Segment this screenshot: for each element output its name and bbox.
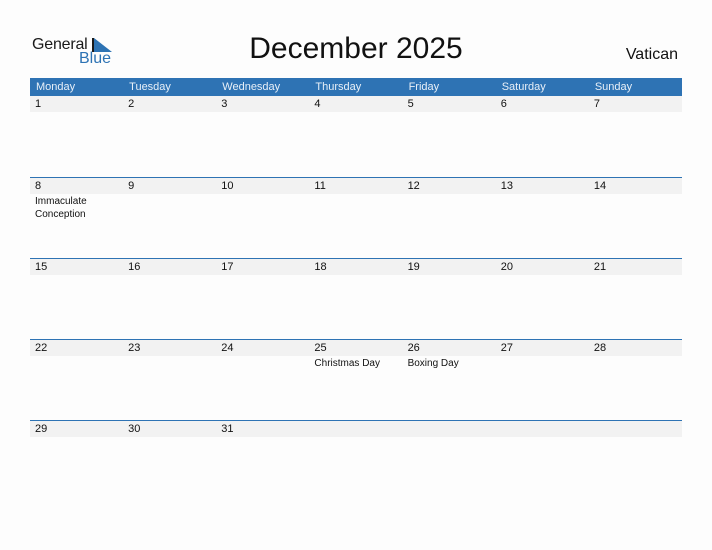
day-number	[403, 421, 496, 437]
holiday-label	[496, 112, 589, 113]
week-row: 1 2 3 4 5 6 7	[30, 96, 682, 177]
day-number-row: 1 2 3 4 5 6 7	[30, 96, 682, 112]
holiday-label	[309, 194, 402, 221]
holiday-label	[589, 275, 682, 276]
holiday-label	[589, 356, 682, 370]
day-number: 1	[35, 98, 42, 110]
holiday-label	[309, 437, 402, 438]
holiday-label: Immaculate Conception	[35, 196, 87, 220]
calendar-title: December 2025	[249, 32, 463, 65]
holiday-label	[403, 437, 496, 438]
holiday-label	[216, 194, 309, 221]
day-number: 10	[221, 180, 234, 192]
holiday-label	[30, 437, 123, 438]
holiday-label	[216, 112, 309, 113]
day-number: 21	[593, 261, 607, 273]
holiday-label	[123, 356, 216, 370]
day-number: 19	[407, 261, 420, 273]
holiday-label	[496, 356, 589, 370]
holiday-label	[216, 356, 309, 370]
day-number: 13	[500, 180, 513, 192]
day-number: 18	[314, 261, 327, 273]
day-number: 6	[500, 98, 507, 110]
week-row: 29 30 31	[30, 420, 682, 501]
day-number: 29	[35, 423, 48, 435]
holiday-label	[30, 112, 123, 113]
weekday-wednesday: Wednesday	[222, 81, 281, 93]
day-number: 4	[314, 98, 321, 110]
holiday-label	[589, 194, 682, 221]
holiday-label	[123, 275, 216, 276]
day-number: 11	[314, 180, 326, 192]
holiday-label	[496, 437, 589, 438]
holiday-label	[403, 194, 496, 221]
holiday-label	[496, 194, 589, 221]
day-number: 7	[593, 98, 600, 110]
holiday-label	[123, 112, 216, 113]
day-number: 22	[35, 342, 48, 354]
weekday-header: Monday Tuesday Wednesday Thursday Friday…	[30, 78, 682, 96]
holiday-label	[123, 194, 216, 221]
holiday-label	[216, 437, 309, 438]
holiday-label	[216, 275, 309, 276]
day-number: 5	[407, 98, 414, 110]
holiday-label	[589, 112, 682, 113]
day-number: 3	[221, 98, 228, 110]
weekday-friday: Friday	[408, 81, 440, 93]
holiday-label: Christmas Day	[314, 358, 380, 369]
weekday-sunday: Sunday	[594, 81, 633, 93]
week-row: 8 9 10 11 12 13 14 Immaculate Conception	[30, 177, 682, 258]
event-row	[30, 437, 682, 438]
day-number-row: 15 16 17 18 19 20 21	[30, 259, 682, 275]
day-number-row: 29 30 31	[30, 421, 682, 437]
event-row	[30, 112, 682, 113]
country-label: Vatican	[625, 46, 678, 63]
day-number: 20	[500, 261, 513, 273]
day-number: 31	[221, 423, 234, 435]
holiday-label	[309, 275, 402, 276]
day-number: 16	[128, 261, 141, 273]
day-number: 8	[35, 180, 42, 192]
holiday-label	[403, 275, 496, 276]
day-number: 15	[35, 261, 48, 273]
day-number: 12	[407, 180, 420, 192]
holiday-label	[30, 275, 123, 276]
weekday-saturday: Saturday	[501, 81, 546, 93]
weekday-tuesday: Tuesday	[129, 81, 171, 93]
day-number: 9	[128, 180, 135, 192]
holiday-label	[589, 437, 682, 438]
day-number: 26	[407, 342, 420, 354]
holiday-label	[309, 112, 402, 113]
day-number: 24	[221, 342, 234, 354]
weekday-thursday: Thursday	[315, 81, 362, 93]
day-number: 27	[500, 342, 513, 354]
holiday-label	[496, 275, 589, 276]
day-number	[309, 421, 402, 437]
holiday-label	[403, 112, 496, 113]
day-number: 2	[128, 98, 135, 110]
day-number	[589, 421, 682, 437]
event-row: Christmas Day Boxing Day	[30, 356, 682, 370]
day-number: 23	[128, 342, 141, 354]
event-row	[30, 275, 682, 276]
day-number: 14	[593, 180, 607, 192]
day-number	[496, 421, 589, 437]
day-number: 30	[128, 423, 141, 435]
day-number-row: 8 9 10 11 12 13 14	[30, 178, 682, 194]
day-number-row: 22 23 24 25 26 27 28	[30, 340, 682, 356]
week-row: 15 16 17 18 19 20 21	[30, 258, 682, 339]
event-row: Immaculate Conception	[30, 194, 682, 221]
day-number: 17	[221, 261, 234, 273]
holiday-label: Boxing Day	[407, 358, 459, 369]
weekday-monday: Monday	[36, 81, 76, 93]
day-number: 28	[593, 342, 607, 354]
holiday-label	[30, 356, 123, 370]
holiday-label	[123, 437, 216, 438]
week-row: 22 23 24 25 26 27 28 Christmas Day Boxing Day	[30, 339, 682, 420]
day-number: 25	[314, 342, 327, 354]
calendar-grid: Monday Tuesday Wednesday Thursday Friday…	[30, 78, 682, 501]
